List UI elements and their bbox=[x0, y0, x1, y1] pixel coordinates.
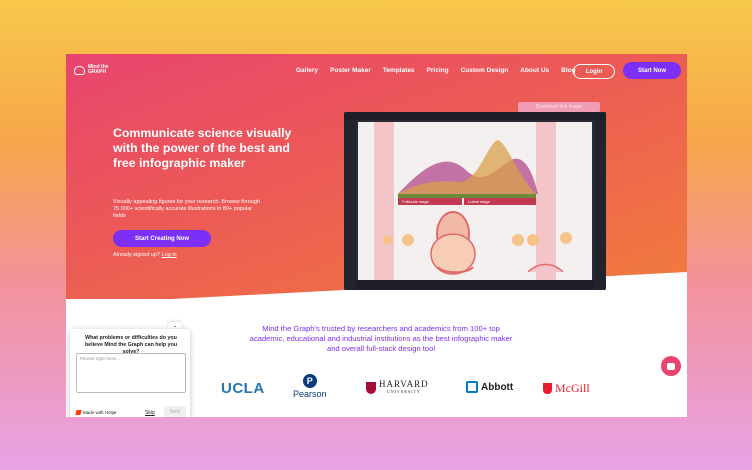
mcgill-text: McGill bbox=[555, 381, 590, 395]
nav-link-poster-maker[interactable]: Poster Maker bbox=[330, 67, 371, 74]
hotjar-skip-link[interactable]: Skip bbox=[145, 410, 155, 416]
chat-launcher-button[interactable] bbox=[661, 356, 681, 376]
browser-page: Mind the GRAPH Gallery Poster Maker Temp… bbox=[66, 54, 687, 417]
hero-headline: Communicate science visually with the po… bbox=[113, 126, 292, 170]
start-creating-button[interactable]: Start Creating Now bbox=[113, 230, 211, 247]
mcgill-logo: McGill bbox=[543, 381, 590, 396]
luteal-stage-label: Luteal stage bbox=[464, 198, 536, 205]
follicular-stage-label: Follicular stage bbox=[398, 198, 462, 205]
harvard-sub: UNIVERSITY bbox=[386, 389, 421, 394]
editor-canvas: Follicular stage Luteal stage bbox=[358, 122, 592, 280]
made-with-hotjar-text: Made with Hotjar bbox=[83, 410, 117, 415]
hotjar-icon bbox=[75, 410, 82, 415]
editor-toolbar bbox=[344, 112, 606, 120]
top-nav: Mind the GRAPH Gallery Poster Maker Temp… bbox=[66, 54, 687, 88]
nav-link-custom-design[interactable]: Custom Design bbox=[461, 67, 509, 74]
login-link[interactable]: Log in bbox=[162, 252, 177, 258]
logo[interactable]: Mind the GRAPH bbox=[74, 65, 118, 75]
nav-link-about-us[interactable]: About Us bbox=[520, 67, 549, 74]
editor-right-panel bbox=[594, 120, 606, 290]
start-now-button[interactable]: Start Now bbox=[623, 62, 681, 79]
editor-left-panel bbox=[344, 120, 356, 290]
hero-subtext: Visually appealing figures for your rese… bbox=[113, 199, 260, 219]
pearson-mark-icon: P bbox=[302, 374, 317, 388]
signin-line: Already signed up? Log in bbox=[113, 252, 177, 258]
hotjar-branding[interactable]: Made with Hotjar bbox=[75, 410, 117, 415]
ucla-logo: UCLA bbox=[221, 380, 265, 397]
download-image-button[interactable]: Download this image bbox=[518, 102, 600, 112]
pearson-logo: P Pearson bbox=[293, 374, 327, 399]
partner-logos: UCLA P Pearson HARVARD UNIVERSITY Abbott… bbox=[221, 374, 611, 404]
editor-preview: Follicular stage Luteal stage bbox=[344, 112, 606, 290]
pearson-text: Pearson bbox=[293, 389, 327, 399]
login-button[interactable]: Login bbox=[573, 64, 615, 79]
abbott-logo: Abbott bbox=[466, 381, 513, 393]
hotjar-survey-widget: What problems or difficulties do you bel… bbox=[70, 329, 190, 417]
chat-bubble-icon bbox=[667, 362, 675, 370]
harvard-logo: HARVARD UNIVERSITY bbox=[366, 380, 429, 396]
trust-statement: Mind the Graph's trusted by researchers … bbox=[249, 324, 513, 353]
editor-bottom-bar bbox=[356, 280, 594, 290]
hotjar-next-button[interactable]: Next bbox=[164, 406, 186, 417]
nav-links: Gallery Poster Maker Templates Pricing C… bbox=[296, 67, 588, 74]
nav-link-gallery[interactable]: Gallery bbox=[296, 67, 318, 74]
harvard-shield-icon bbox=[366, 382, 376, 394]
logo-text: Mind the GRAPH bbox=[88, 64, 109, 75]
brain-logo-icon bbox=[74, 65, 85, 75]
signin-prefix: Already signed up? bbox=[113, 252, 161, 258]
mcgill-shield-icon bbox=[543, 383, 552, 394]
hotjar-answer-input[interactable]: Please type here... bbox=[76, 353, 186, 393]
harvard-text: HARVARD UNIVERSITY bbox=[379, 380, 429, 396]
abbott-mark-icon bbox=[466, 381, 478, 393]
nav-link-templates[interactable]: Templates bbox=[383, 67, 415, 74]
abbott-text: Abbott bbox=[481, 381, 514, 393]
nav-link-pricing[interactable]: Pricing bbox=[427, 67, 449, 74]
